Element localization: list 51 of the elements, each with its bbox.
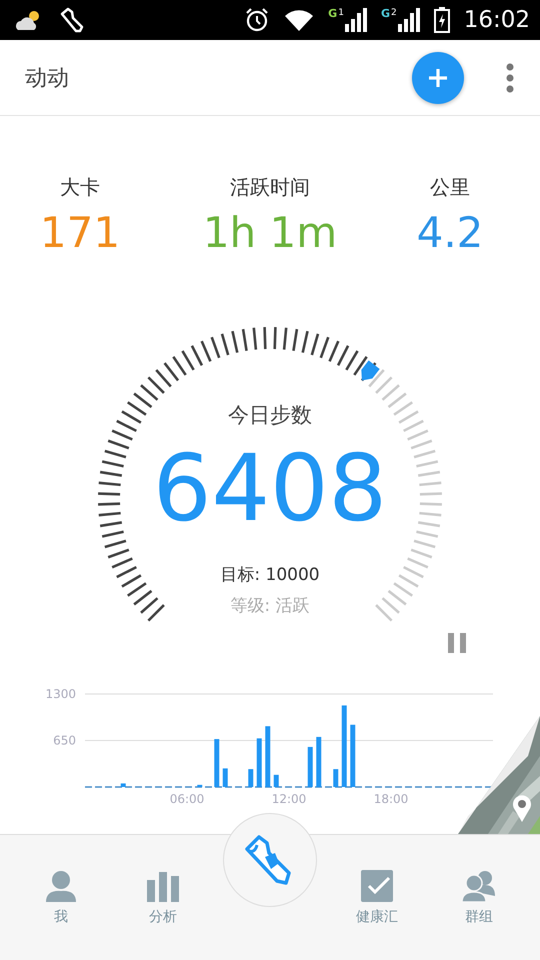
stat-value: 4.2 [416, 207, 484, 259]
sim-slot: 2 [390, 8, 397, 18]
alarm-icon [244, 7, 270, 33]
activity-bar [120, 783, 126, 787]
stat-value: 171 [40, 207, 120, 259]
x-axis-label: 12:00 [272, 792, 306, 806]
group-icon [462, 870, 496, 902]
activity-bar [333, 769, 338, 787]
nav-tab[interactable]: 群组 [439, 870, 519, 926]
activity-bar [256, 738, 262, 787]
network-type: G [328, 8, 338, 20]
y-axis-label: 1300 [45, 687, 76, 701]
location-pin-icon[interactable] [512, 794, 532, 824]
y-axis-label: 650 [53, 734, 76, 748]
activity-bar [248, 769, 254, 787]
step-count: 6408 [152, 434, 388, 544]
activity-bar [265, 726, 270, 787]
grade-text: 等级: 活跃 [230, 595, 310, 617]
sim-slot: 1 [338, 8, 344, 18]
activity-bar [197, 784, 202, 787]
battery-icon [434, 7, 450, 33]
activity-bar [222, 768, 228, 787]
wifi-icon [284, 8, 314, 32]
activity-bar [308, 746, 313, 787]
activity-bar [316, 736, 322, 787]
checkbox-icon [361, 870, 393, 902]
nav-tab[interactable]: 分析 [123, 870, 203, 926]
clock-time: 16:02 [464, 7, 530, 33]
stat-label: 公里 [430, 174, 470, 201]
activity-bar [214, 739, 220, 787]
app-title: 动动 [25, 64, 70, 92]
x-axis-label: 18:00 [374, 792, 408, 806]
activity-bar [274, 774, 279, 787]
person-icon [45, 870, 77, 902]
stat-label: 活跃时间 [230, 174, 310, 201]
nav-tab[interactable]: 我 [21, 870, 101, 926]
pause-icon[interactable] [448, 633, 466, 653]
shoe-icon [58, 6, 86, 34]
activity-bar [350, 724, 356, 787]
stat-value: 1h 1m [202, 207, 338, 259]
stat-label: 大卡 [60, 174, 100, 201]
add-button[interactable] [412, 52, 464, 104]
signal-icon [344, 8, 367, 32]
gauge-title: 今日步数 [228, 402, 312, 429]
signal-icon [398, 8, 420, 32]
goal-text: 目标: 10000 [220, 564, 320, 586]
more-icon[interactable] [506, 62, 514, 92]
network-type: G [380, 8, 390, 20]
x-axis-label: 06:00 [170, 792, 204, 806]
nav-tab[interactable]: 健康汇 [337, 870, 417, 926]
bar-chart-icon [147, 870, 179, 902]
